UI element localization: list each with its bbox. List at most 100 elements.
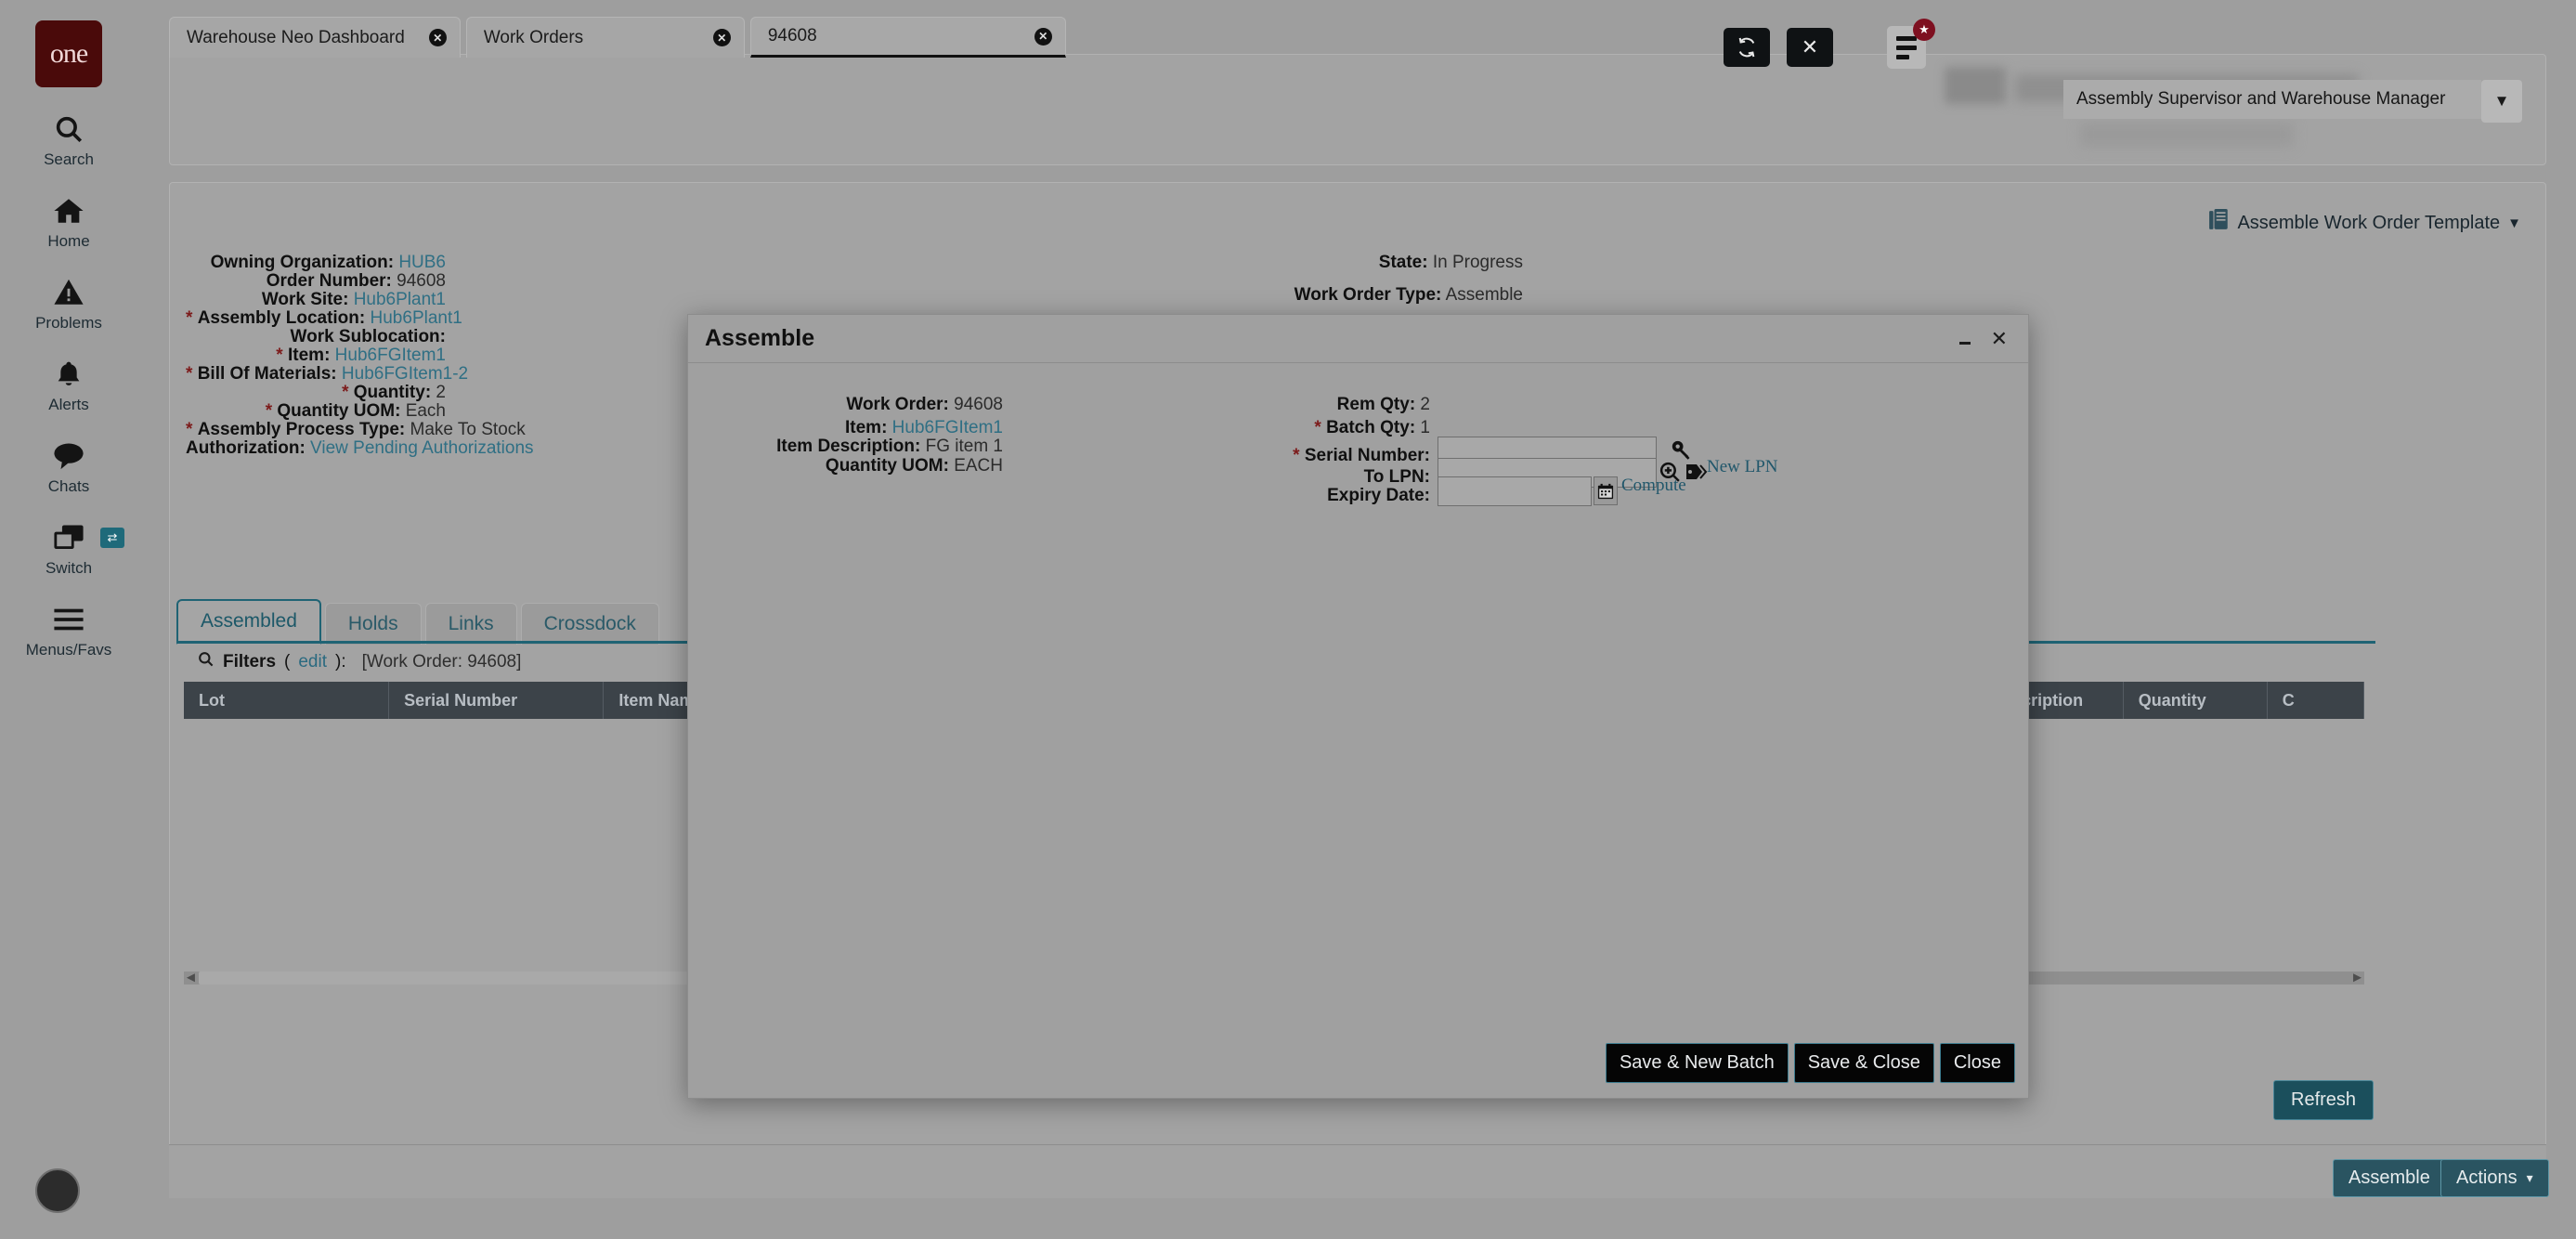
close-x-icon[interactable]: ✕	[1991, 329, 2008, 349]
left-nav-rail: one Search Home Problems	[0, 0, 137, 1239]
sidebar-label-switch: Switch	[46, 559, 92, 578]
bell-icon	[54, 357, 84, 392]
tab-assembled[interactable]: Assembled	[176, 599, 321, 645]
column-label: Quantity	[2139, 691, 2206, 711]
refresh-icon-button[interactable]	[1724, 28, 1770, 67]
template-selector-label: Assemble Work Order Template	[2237, 213, 2500, 234]
actions-button[interactable]: Actions ▾	[2440, 1159, 2549, 1197]
scroll-right-arrow-icon[interactable]: ►	[2350, 970, 2364, 985]
modal-field-item-description: Item Description: FG item 1	[706, 437, 1003, 457]
save-new-batch-button[interactable]: Save & New Batch	[1606, 1043, 1789, 1083]
field-label: Item	[288, 346, 324, 365]
wo-field-assembly-location: * Assembly Location: Hub6Plant1	[186, 308, 446, 329]
field-value[interactable]: Hub6FGItem1	[335, 346, 446, 365]
user-org-blurred	[2080, 123, 2294, 147]
close-x-icon-button[interactable]: ✕	[1787, 28, 1833, 67]
user-avatar[interactable]	[35, 1168, 80, 1213]
field-label: Assembly Location	[198, 308, 359, 328]
field-label: Work Site	[262, 290, 343, 309]
tab-close-icon[interactable]: ✕	[1034, 28, 1052, 46]
field-label: Work Sublocation	[291, 327, 440, 346]
browser-tab-strip: Warehouse Neo Dashboard✕Work Orders✕9460…	[169, 9, 1072, 58]
sidebar-item-chats[interactable]: Chats	[0, 438, 137, 496]
compute-link[interactable]: Compute	[1621, 476, 1686, 496]
sidebar-label-search: Search	[44, 150, 94, 169]
browser-tab[interactable]: Warehouse Neo Dashboard ✕	[169, 17, 461, 58]
assemble-button[interactable]: Assemble	[2333, 1159, 2446, 1197]
filters-edit-link[interactable]: edit	[298, 652, 327, 672]
page-footer-bar	[169, 1144, 2546, 1198]
grid-column-header[interactable]: Serial Number	[389, 682, 604, 719]
wo-field-item: * Item: Hub6FGItem1	[186, 346, 446, 366]
modal-footer: Save & New Batch Save & Close Close	[1606, 1043, 2015, 1083]
search-icon	[197, 650, 215, 673]
tab-holds[interactable]: Holds	[325, 603, 422, 645]
field-label: Work Order	[846, 395, 943, 414]
field-value[interactable]: Hub6Plant1	[354, 290, 446, 309]
field-value[interactable]: Hub6Plant1	[371, 308, 462, 328]
tab-close-icon[interactable]: ✕	[429, 29, 447, 46]
column-label: C	[2283, 691, 2295, 711]
field-label: Quantity UOM	[277, 401, 395, 421]
wo-field-work-site: Work Site: Hub6Plant1	[186, 290, 446, 310]
chevron-down-icon[interactable]: ▼	[2481, 80, 2522, 123]
sidebar-item-search[interactable]: Search	[0, 111, 137, 169]
field-value[interactable]: Hub6FGItem1-2	[342, 364, 468, 384]
field-label: Item Description	[776, 437, 915, 456]
document-copy-icon	[2209, 209, 2230, 237]
sidebar-item-alerts[interactable]: Alerts	[0, 357, 137, 414]
tag-icon[interactable]	[1685, 461, 1709, 488]
sidebar-item-home[interactable]: Home	[0, 193, 137, 251]
field-value[interactable]: View Pending Authorizations	[310, 438, 533, 458]
app-logo[interactable]: one	[35, 20, 102, 87]
grid-column-header[interactable]: Lot	[184, 682, 389, 719]
save-close-button[interactable]: Save & Close	[1794, 1043, 1934, 1083]
calendar-icon[interactable]	[1594, 476, 1618, 505]
sidebar-label-problems: Problems	[35, 314, 102, 333]
tab-label: Links	[449, 613, 494, 634]
field-value: Make To Stock	[410, 420, 526, 439]
browser-tab[interactable]: Work Orders✕	[466, 17, 745, 58]
sidebar-label-chats: Chats	[48, 477, 89, 496]
switch-badge-icon[interactable]: ⇄	[100, 528, 124, 548]
modal-field-rem-qty: Rem Qty: 2	[1207, 395, 1430, 415]
template-selector[interactable]: Assemble Work Order Template ▼	[2209, 209, 2521, 237]
tab-close-icon[interactable]: ✕	[713, 29, 731, 46]
filters-value: [Work Order: 94608]	[362, 652, 522, 672]
tab-links[interactable]: Links	[425, 603, 517, 645]
to-lpn-label: To LPN:	[1207, 467, 1430, 488]
field-value: 94608	[954, 395, 1003, 414]
modal-header: Assemble ✕	[688, 315, 2028, 363]
grid-column-header[interactable]: C	[2268, 682, 2364, 719]
field-label: Order Number	[267, 271, 386, 291]
field-value: Each	[406, 401, 446, 421]
chevron-down-icon: ▼	[2507, 215, 2521, 231]
wo-field-bill-of-materials: * Bill Of Materials: Hub6FGItem1-2	[186, 364, 446, 385]
new-lpn-link[interactable]: New LPN	[1707, 457, 1778, 477]
close-button[interactable]: Close	[1940, 1043, 2015, 1083]
field-label: Batch Qty	[1326, 418, 1410, 437]
grid-column-header[interactable]: Quantity	[2124, 682, 2268, 719]
role-selector[interactable]: Assembly Supervisor and Warehouse Manage…	[2063, 80, 2481, 119]
expiry-date-input[interactable]	[1438, 476, 1592, 506]
scroll-left-arrow-icon[interactable]: ◄	[184, 970, 198, 985]
field-value: 94608	[397, 271, 446, 291]
filters-label: Filters	[223, 652, 276, 672]
user-avatar-blurred	[1945, 67, 2006, 104]
filters-bar: Filters (edit): [Work Order: 94608]	[197, 650, 521, 673]
sidebar-item-switch[interactable]: ⇄ Switch	[0, 520, 137, 578]
refresh-button[interactable]: Refresh	[2273, 1080, 2374, 1120]
warning-triangle-icon	[53, 275, 85, 310]
switch-windows-icon	[53, 520, 85, 555]
browser-tab-label: Warehouse Neo Dashboard	[187, 28, 405, 48]
wo-field-order-number: Order Number: 94608	[186, 271, 446, 292]
minimize-icon[interactable]	[1958, 329, 1974, 349]
field-value[interactable]: Hub6FGItem1	[892, 418, 1003, 437]
hamburger-icon	[53, 602, 85, 637]
browser-tab[interactable]: 94608✕	[750, 17, 1066, 58]
sidebar-item-menus-favs[interactable]: Menus/Favs	[0, 602, 137, 659]
header-menu-button[interactable]: ★	[1887, 26, 1926, 69]
field-value[interactable]: HUB6	[398, 253, 446, 272]
sidebar-item-problems[interactable]: Problems	[0, 275, 137, 333]
tab-crossdock[interactable]: Crossdock	[521, 603, 659, 645]
